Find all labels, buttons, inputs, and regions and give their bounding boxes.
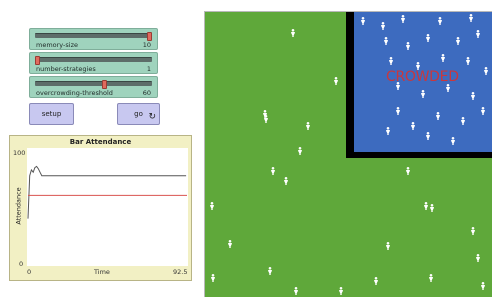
plot-area: [27, 148, 188, 266]
person-icon: [401, 15, 405, 23]
person-icon: [476, 254, 480, 262]
person-icon: [294, 287, 298, 295]
person-icon: [386, 127, 390, 135]
person-icon: [298, 147, 302, 155]
slider-label: memory-size: [36, 41, 78, 49]
person-icon: [228, 240, 232, 248]
slider-track[interactable]: [35, 80, 152, 89]
person-icon: [451, 137, 455, 145]
y-min-label: 0: [19, 260, 24, 268]
person-icon: [436, 112, 440, 120]
slider-label: overcrowding-threshold: [36, 89, 113, 97]
person-icon: [441, 54, 445, 62]
person-icon: [411, 122, 415, 130]
person-icon: [396, 107, 400, 115]
person-icon: [438, 17, 442, 25]
person-icon: [471, 227, 475, 235]
person-icon: [339, 287, 343, 295]
slider-track[interactable]: [35, 32, 152, 41]
world-view[interactable]: CROWDED: [205, 12, 492, 297]
slider-label: number-strategies: [36, 65, 96, 73]
person-icon: [389, 57, 393, 65]
person-icon: [426, 132, 430, 140]
person-icon: [211, 274, 215, 282]
person-icon: [396, 82, 400, 90]
bar-area: [346, 12, 492, 158]
person-icon: [291, 29, 295, 37]
person-icon: [284, 177, 288, 185]
person-icon: [471, 92, 475, 100]
person-icon: [268, 267, 272, 275]
person-icon: [481, 282, 485, 290]
person-icon: [456, 37, 460, 45]
go-label: go: [134, 110, 143, 118]
y-axis-label: Attendance: [14, 187, 23, 225]
person-icon: [406, 42, 410, 50]
bar-attendance-plot: Bar Attendance 100 0 Attendance 0 Time 9…: [9, 135, 192, 281]
memory-size-slider[interactable]: memory-size 10: [29, 28, 158, 50]
person-icon: [469, 14, 473, 22]
slider-thumb[interactable]: [147, 32, 152, 41]
person-icon: [384, 37, 388, 45]
overcrowding-threshold-slider[interactable]: overcrowding-threshold 60: [29, 76, 158, 98]
person-icon: [461, 117, 465, 125]
person-icon: [466, 57, 470, 65]
person-icon: [406, 167, 410, 175]
person-icon: [481, 107, 485, 115]
person-icon: [381, 22, 385, 30]
person-icon: [429, 274, 433, 282]
person-icon: [271, 167, 275, 175]
slider-value: 1: [146, 65, 151, 73]
person-icon: [374, 277, 378, 285]
x-max-label: 92.5: [173, 268, 188, 276]
number-strategies-slider[interactable]: number-strategies 1: [29, 52, 158, 74]
plot-title: Bar Attendance: [69, 138, 132, 146]
slider-track[interactable]: [35, 56, 152, 65]
attendance-series-line: [27, 165, 187, 219]
slider-value: 10: [142, 41, 151, 49]
attendance-chart: [27, 165, 187, 219]
person-icon: [476, 30, 480, 38]
person-icon: [210, 202, 214, 210]
x-axis-label: Time: [94, 268, 110, 276]
forever-loop-icon: ↻: [148, 112, 156, 122]
person-icon: [334, 77, 338, 85]
person-icon: [264, 115, 268, 123]
person-icon: [416, 62, 420, 70]
person-icon: [386, 242, 390, 250]
person-icon: [484, 67, 488, 75]
setup-button[interactable]: setup: [29, 103, 74, 125]
y-max-label: 100: [13, 149, 26, 157]
go-button[interactable]: go ↻: [117, 103, 160, 125]
person-icon: [426, 34, 430, 42]
person-icon: [446, 84, 450, 92]
slider-thumb[interactable]: [102, 80, 108, 89]
person-icon: [430, 204, 434, 212]
interface-panel: memory-size 10 number-strategies 1 overc…: [0, 0, 201, 297]
person-icon: [361, 17, 365, 25]
x-min-label: 0: [27, 268, 32, 276]
slider-value: 60: [142, 89, 151, 97]
person-icon: [306, 122, 310, 130]
person-icon: [421, 90, 425, 98]
slider-thumb[interactable]: [35, 56, 40, 65]
